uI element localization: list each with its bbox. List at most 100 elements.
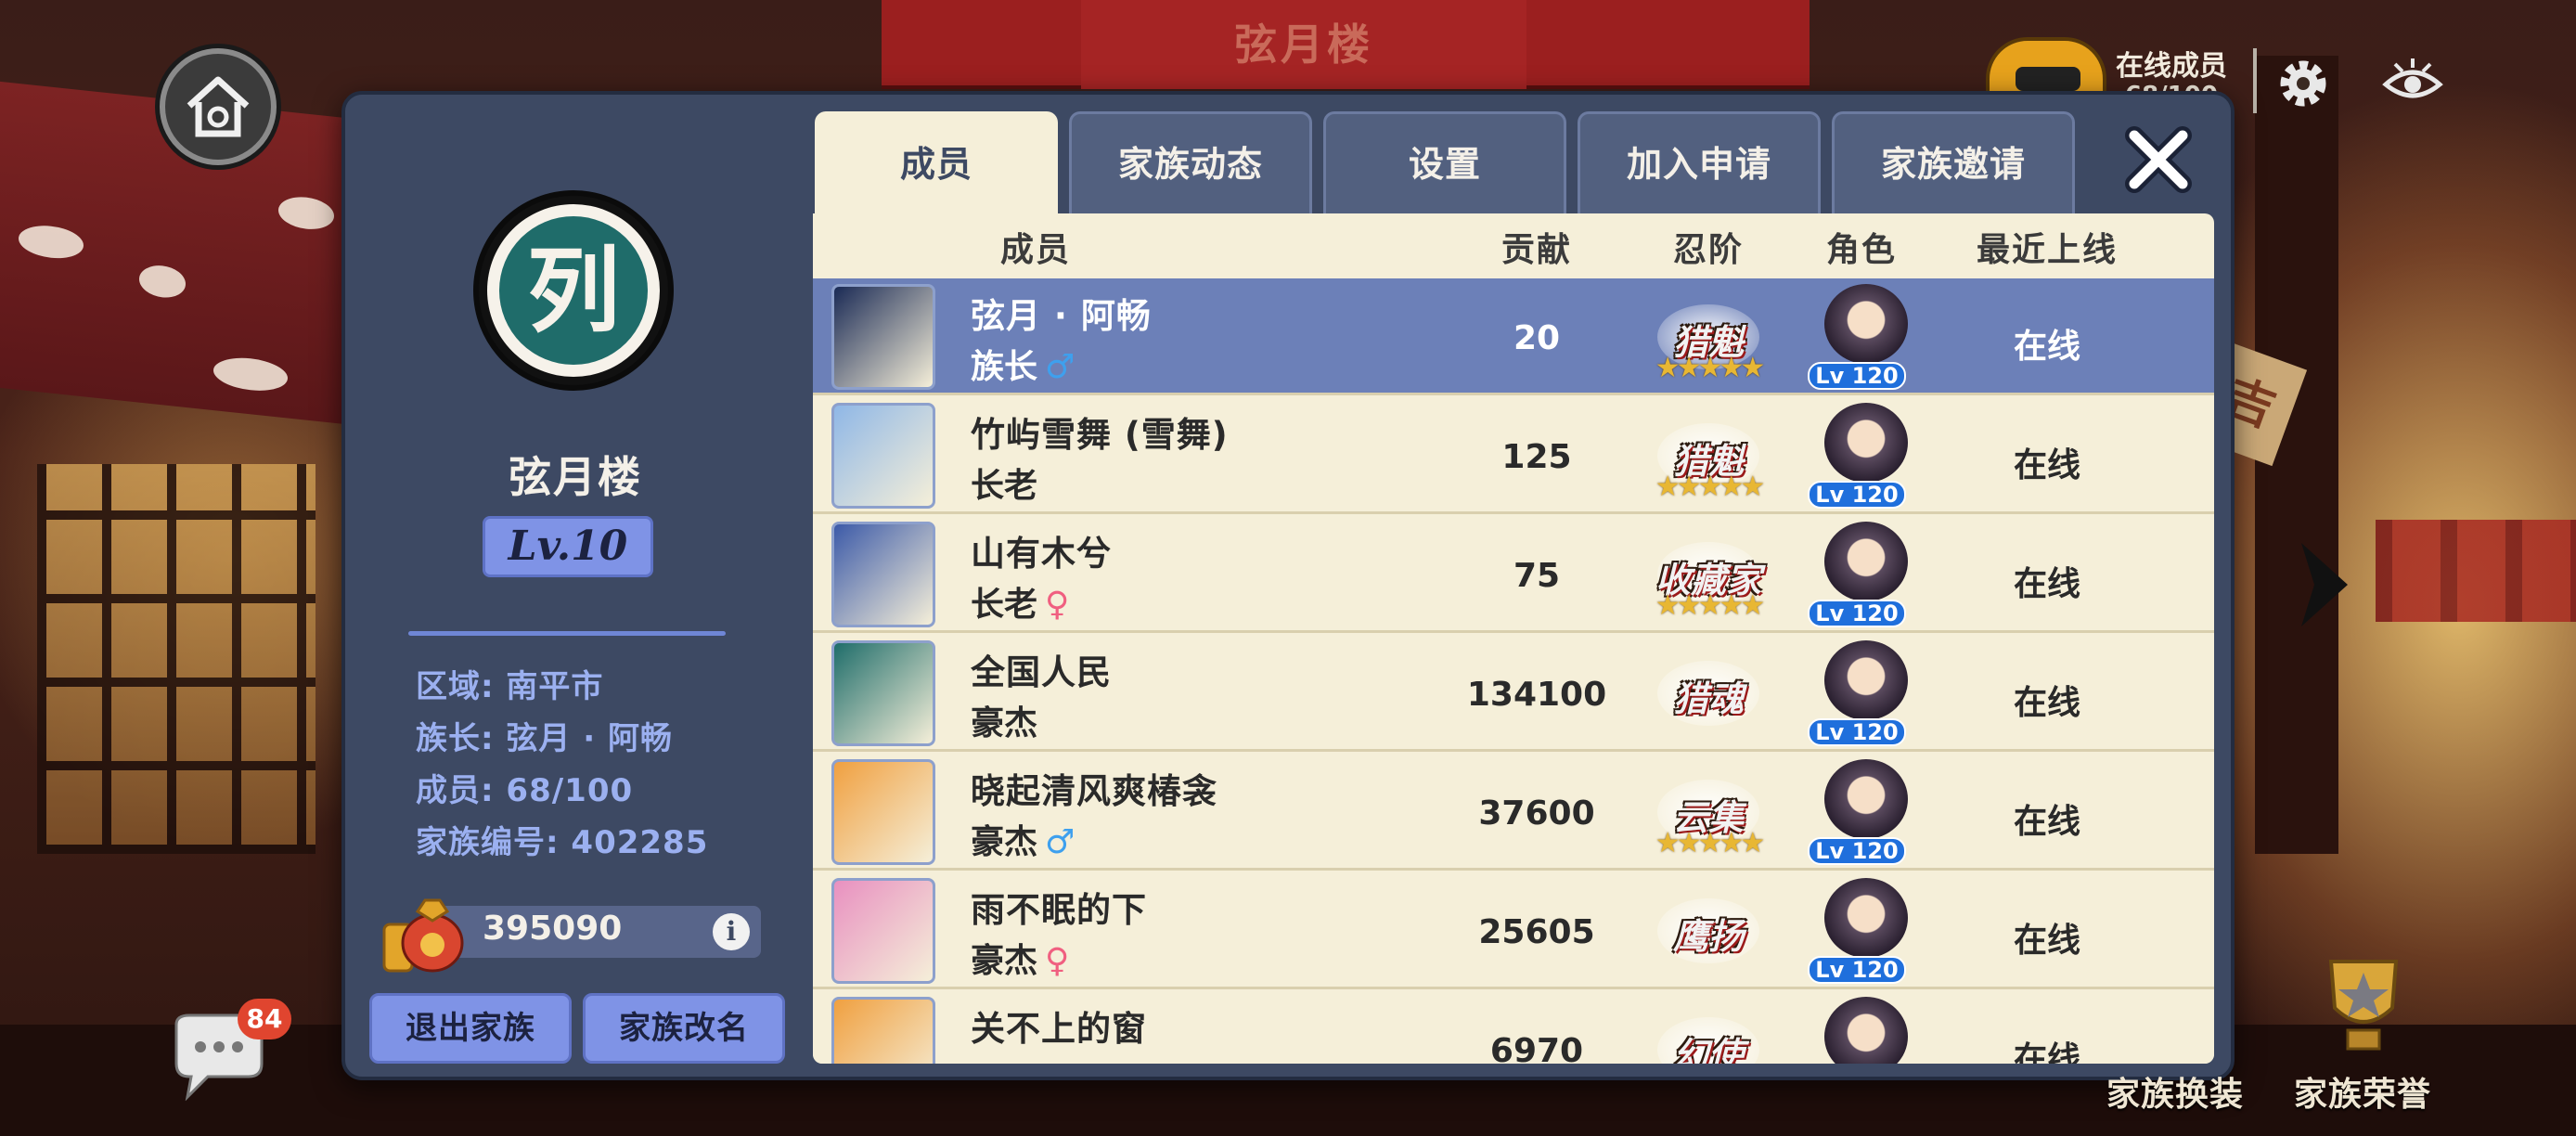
clan-emblem-ring: 列 bbox=[487, 204, 660, 377]
table-row[interactable]: 竹屿雪舞 (雪舞) 长老 125 猎魁 ★★★★★ Lv 120 在线 bbox=[813, 397, 2214, 514]
tab-members[interactable]: 成员 bbox=[815, 111, 1058, 217]
rank-stars: ★★★★★ bbox=[1655, 827, 1765, 859]
member-contribution: 134100 bbox=[1466, 676, 1607, 714]
member-contribution: 37600 bbox=[1478, 794, 1595, 833]
clan-honor-label[interactable]: 家族荣誉 bbox=[2294, 1067, 2431, 1116]
member-role bbox=[971, 1052, 978, 1064]
column-header-rank: 忍阶 bbox=[1672, 231, 1744, 269]
character-level-badge: Lv 120 bbox=[1808, 600, 1906, 627]
member-online-status: 在线 bbox=[2013, 446, 2080, 484]
member-portrait[interactable] bbox=[831, 997, 935, 1064]
member-name: 雨不眠的下 bbox=[971, 890, 1147, 930]
clan-funds-value: 395090 bbox=[483, 910, 623, 948]
member-online-status: 在线 bbox=[2013, 565, 2080, 603]
rank-title: 幻使 bbox=[1672, 1033, 1744, 1065]
member-role-label: 长老 bbox=[971, 467, 1038, 505]
close-icon[interactable] bbox=[2121, 123, 2196, 197]
clan-region: 区域: 南平市 bbox=[416, 668, 604, 705]
member-contribution: 25605 bbox=[1478, 913, 1595, 951]
member-contribution: 75 bbox=[1513, 557, 1561, 595]
clan-costume-label[interactable]: 家族换装 bbox=[2106, 1067, 2244, 1116]
ninja-rank-badge: 猎魁 ★★★★★ bbox=[1629, 416, 1787, 503]
member-online-status: 在线 bbox=[2013, 922, 2080, 960]
table-row[interactable]: 山有木兮 长老 ♀ 75 收藏家 ★★★★★ Lv 120 在线 bbox=[813, 516, 2214, 633]
info-icon[interactable]: i bbox=[713, 913, 750, 950]
character-avatar[interactable] bbox=[1824, 403, 1908, 483]
column-header-character: 角色 bbox=[1825, 231, 1897, 269]
home-icon bbox=[187, 76, 250, 137]
member-online-status: 在线 bbox=[2013, 803, 2080, 841]
member-online-status: 在线 bbox=[2013, 1040, 2080, 1064]
visibility-toggle[interactable] bbox=[2376, 46, 2450, 121]
character-avatar[interactable] bbox=[1824, 878, 1908, 958]
tab-join-requests[interactable]: 加入申请 bbox=[1578, 111, 1821, 215]
eye-icon bbox=[2382, 58, 2443, 98]
character-avatar[interactable] bbox=[1824, 284, 1908, 364]
table-row[interactable]: 雨不眠的下 豪杰 ♀ 25605 鹰扬 Lv 120 在线 bbox=[813, 872, 2214, 989]
chevron-right-icon[interactable] bbox=[2292, 538, 2357, 631]
member-portrait[interactable] bbox=[831, 403, 935, 509]
chat-unread-badge: 84 bbox=[238, 999, 291, 1039]
member-name: 山有木兮 bbox=[971, 534, 1112, 574]
member-portrait[interactable] bbox=[831, 759, 935, 865]
ninja-rank-badge: 猎魂 bbox=[1629, 653, 1787, 737]
member-name: 弦月 · 阿畅 bbox=[971, 296, 1152, 336]
trophy-icon[interactable] bbox=[2303, 952, 2424, 1064]
member-portrait[interactable] bbox=[831, 522, 935, 627]
rename-clan-button[interactable]: 家族改名 bbox=[583, 993, 785, 1064]
clan-emblem: 列 bbox=[473, 190, 674, 391]
character-level-badge: Lv 120 bbox=[1808, 481, 1906, 509]
ninja-rank-badge: 猎魁 ★★★★★ bbox=[1629, 297, 1787, 384]
home-button[interactable] bbox=[160, 48, 277, 165]
member-name: 晓起清风爽椿衾 bbox=[971, 771, 1217, 811]
member-online-status: 在线 bbox=[2013, 684, 2080, 722]
online-members-label: 在线成员 bbox=[2116, 50, 2227, 83]
rank-stars: ★★★★★ bbox=[1655, 471, 1765, 503]
member-portrait[interactable] bbox=[831, 878, 935, 984]
character-avatar[interactable] bbox=[1824, 522, 1908, 601]
clan-leader: 族长: 弦月 · 阿畅 bbox=[416, 720, 674, 757]
character-level-badge: Lv 120 bbox=[1808, 837, 1906, 865]
member-contribution: 125 bbox=[1501, 438, 1572, 476]
rank-stars: ★★★★★ bbox=[1655, 352, 1765, 384]
member-name: 竹屿雪舞 (雪舞) bbox=[971, 415, 1229, 455]
member-contribution: 6970 bbox=[1489, 1032, 1584, 1064]
table-row[interactable]: 晓起清风爽椿衾 豪杰 ♂ 37600 云集 ★★★★★ Lv 120 在线 bbox=[813, 754, 2214, 871]
ninja-rank-badge: 幻使 bbox=[1629, 1010, 1787, 1064]
info-divider bbox=[408, 631, 726, 636]
gender-icon: ♀ bbox=[1045, 942, 1070, 980]
member-role-label: 豪杰 bbox=[971, 823, 1038, 861]
column-header-contribution: 贡献 bbox=[1501, 231, 1572, 269]
character-avatar[interactable] bbox=[1824, 640, 1908, 720]
quit-clan-button[interactable]: 退出家族 bbox=[369, 993, 572, 1064]
character-avatar[interactable] bbox=[1824, 759, 1908, 839]
member-name: 全国人民 bbox=[971, 652, 1112, 692]
character-level-badge: Lv 120 bbox=[1808, 956, 1906, 984]
member-online-status: 在线 bbox=[2013, 328, 2080, 366]
member-portrait[interactable] bbox=[831, 640, 935, 746]
rank-title: 猎魂 bbox=[1672, 677, 1744, 719]
ninja-rank-badge: 云集 ★★★★★ bbox=[1629, 772, 1787, 859]
hud-divider bbox=[2253, 48, 2257, 113]
clan-level-badge: Lv.10 bbox=[483, 516, 653, 577]
column-header-member: 成员 bbox=[999, 231, 1071, 269]
money-bag-icon bbox=[382, 898, 464, 973]
member-portrait[interactable] bbox=[831, 284, 935, 390]
member-role-label: 长老 bbox=[971, 586, 1038, 624]
character-avatar[interactable] bbox=[1824, 997, 1908, 1064]
clan-id: 家族编号: 402285 bbox=[416, 824, 709, 861]
tab-clan-invites[interactable]: 家族邀请 bbox=[1832, 111, 2075, 215]
member-role-label: 豪杰 bbox=[971, 942, 1038, 980]
background-railing bbox=[2376, 520, 2576, 622]
member-role: 豪杰 ♀ bbox=[971, 934, 1069, 982]
clan-member-count: 成员: 68/100 bbox=[416, 772, 634, 809]
member-table: 成员 贡献 忍阶 角色 最近上线 弦月 · 阿畅 族长 ♂ 20 猎魁 ★★★★★ Lv 1… bbox=[813, 213, 2214, 1064]
table-row[interactable]: 关不上的窗 6970 幻使 在线 bbox=[813, 991, 2214, 1064]
table-row[interactable]: 全国人民 豪杰 134100 猎魂 Lv 120 在线 bbox=[813, 635, 2214, 752]
tab-clan-activity[interactable]: 家族动态 bbox=[1069, 111, 1312, 215]
member-contribution: 20 bbox=[1513, 319, 1561, 357]
table-row[interactable]: 弦月 · 阿畅 族长 ♂ 20 猎魁 ★★★★★ Lv 120 在线 bbox=[813, 278, 2214, 395]
gender-icon: ♂ bbox=[1045, 348, 1075, 386]
settings-button[interactable] bbox=[2266, 46, 2340, 121]
tab-settings[interactable]: 设置 bbox=[1323, 111, 1566, 215]
